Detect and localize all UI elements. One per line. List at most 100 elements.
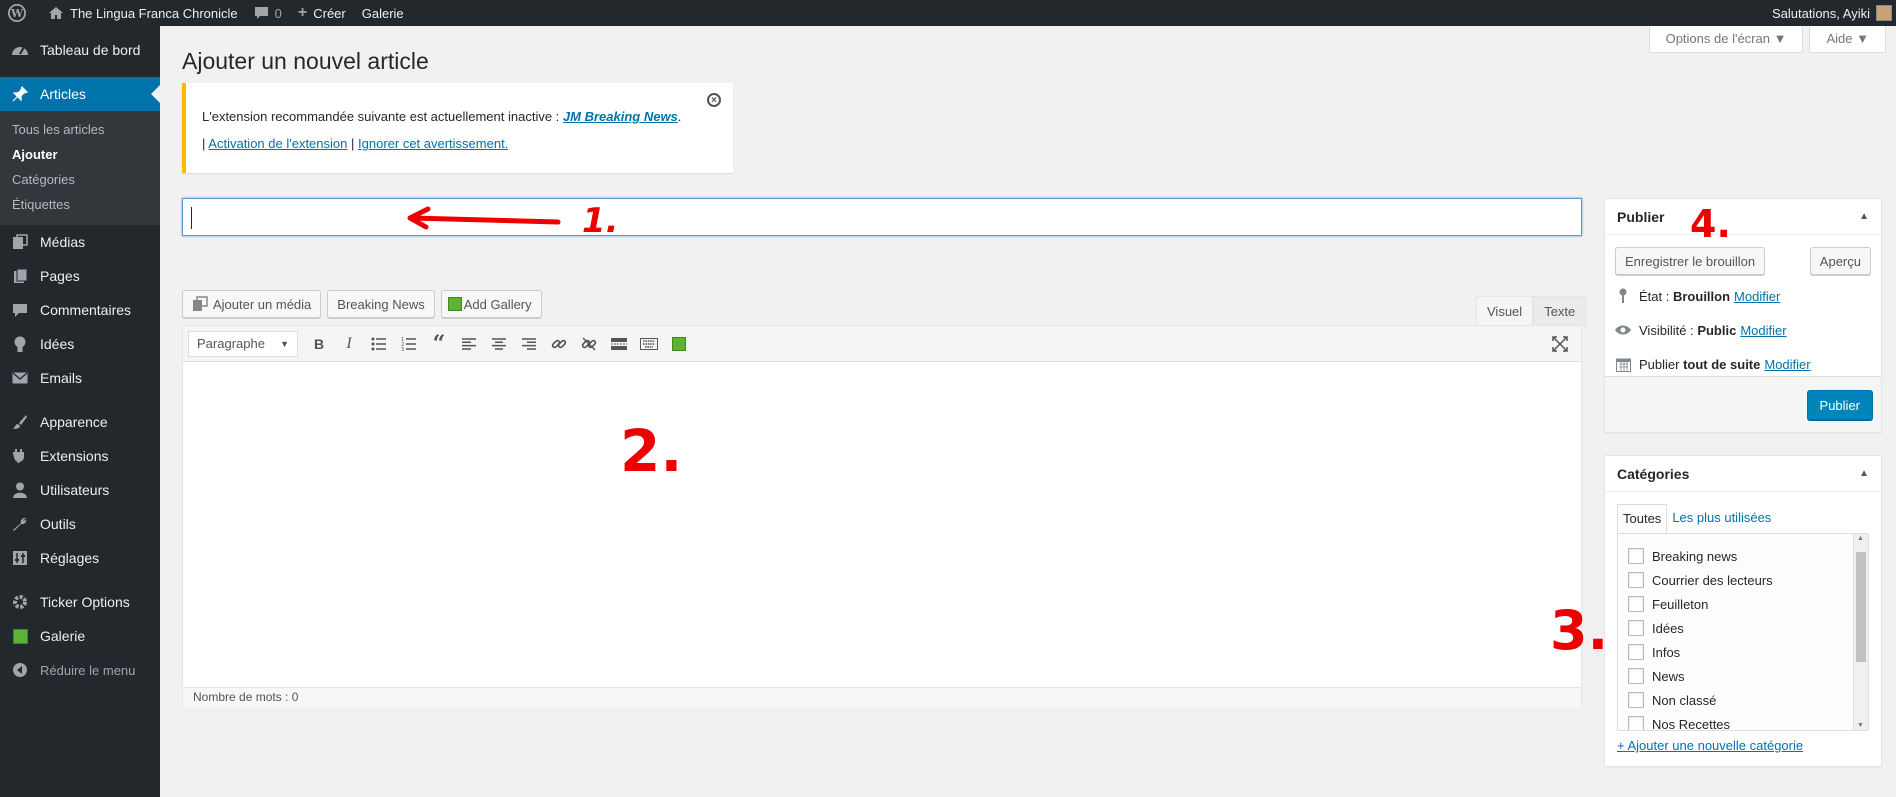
category-label: Feuilleton: [1652, 596, 1709, 612]
scroll-down-icon[interactable]: ▼: [1857, 722, 1864, 729]
menu-tools-label: Outils: [40, 516, 76, 532]
misc-publishing-actions: État : Brouillon Modifier Visibilité : P…: [1605, 275, 1881, 381]
editor-toolbar: Paragraphe ▼ B I 123 “: [183, 326, 1581, 362]
tab-most-used[interactable]: Les plus utilisées: [1667, 504, 1776, 533]
add-gallery-button[interactable]: Add Gallery: [440, 290, 542, 318]
menu-dashboard[interactable]: Tableau de bord: [0, 33, 160, 67]
collapse-arrow-icon[interactable]: ▲: [1859, 211, 1869, 222]
menu-settings[interactable]: Réglages: [0, 541, 160, 575]
menu-media[interactable]: Médias: [0, 225, 160, 259]
publish-button[interactable]: Publier: [1806, 390, 1873, 420]
plugin-notice: L'extension recommandée suivante est act…: [182, 83, 733, 173]
post-title-input[interactable]: [182, 198, 1582, 236]
wordpress-logo-button[interactable]: W: [0, 0, 40, 26]
add-media-button[interactable]: Ajouter un média: [182, 290, 322, 318]
greeting: Salutations, Ayiki: [1771, 5, 1870, 21]
unlink-icon[interactable]: [574, 329, 604, 359]
menu-emails[interactable]: Emails: [0, 361, 160, 395]
menu-users[interactable]: Utilisateurs: [0, 473, 160, 507]
edit-visibility-link[interactable]: Modifier: [1740, 323, 1786, 338]
gallery-icon: [447, 297, 462, 311]
link-icon[interactable]: [544, 329, 574, 359]
gallery-icon[interactable]: [664, 329, 694, 359]
articles-submenu: Tous les articles Ajouter Catégories Éti…: [0, 111, 160, 225]
media-buttons: Ajouter un média Breaking News Add Galle…: [182, 290, 542, 318]
categories-box-header[interactable]: Catégories ▲: [1605, 456, 1881, 492]
menu-users-label: Utilisateurs: [40, 482, 110, 498]
pages-icon: [10, 268, 30, 284]
activate-plugin-link[interactable]: Activation de l'extension: [208, 136, 347, 151]
submenu-all-posts[interactable]: Tous les articles: [0, 117, 160, 142]
plugin-link[interactable]: JM Breaking News: [563, 109, 678, 124]
bold-icon[interactable]: B: [304, 329, 334, 359]
menu-gallery[interactable]: Galerie: [0, 619, 160, 653]
menu-appearance[interactable]: Apparence: [0, 405, 160, 439]
submenu-tags[interactable]: Étiquettes: [0, 192, 160, 217]
svg-text:W: W: [10, 7, 24, 20]
scroll-up-icon[interactable]: ▲: [1857, 535, 1864, 542]
format-select[interactable]: Paragraphe ▼: [188, 330, 298, 357]
category-checkbox[interactable]: [1628, 692, 1644, 708]
save-draft-button[interactable]: Enregistrer le brouillon: [1615, 247, 1766, 275]
dropdown-arrow-icon: ▼: [1773, 31, 1787, 46]
breaking-news-button[interactable]: Breaking News: [327, 290, 435, 318]
preview-button[interactable]: Aperçu: [1809, 247, 1871, 275]
tab-all-categories[interactable]: Toutes: [1617, 504, 1668, 533]
category-checkbox[interactable]: [1628, 716, 1644, 730]
scroll-thumb[interactable]: [1856, 552, 1866, 662]
my-account-link[interactable]: Salutations, Ayiki: [1764, 0, 1896, 26]
editor-content-area[interactable]: [183, 362, 1581, 687]
align-left-icon[interactable]: [454, 329, 484, 359]
submenu-add-new[interactable]: Ajouter: [0, 142, 160, 167]
category-checkbox[interactable]: [1628, 572, 1644, 588]
collapse-arrow-icon[interactable]: ▲: [1859, 468, 1869, 479]
menu-articles[interactable]: Articles: [0, 77, 160, 111]
menu-ticker-options[interactable]: Ticker Options: [0, 585, 160, 619]
numbered-list-icon[interactable]: 123: [394, 329, 424, 359]
menu-pages[interactable]: Pages: [0, 259, 160, 293]
new-content-label: Créer: [313, 5, 346, 21]
italic-icon[interactable]: I: [334, 329, 364, 359]
category-checkbox[interactable]: [1628, 668, 1644, 684]
dismiss-notice-link[interactable]: Ignorer cet avertissement.: [358, 136, 508, 151]
menu-comments[interactable]: Commentaires: [0, 293, 160, 327]
menu-plugins[interactable]: Extensions: [0, 439, 160, 473]
fullscreen-icon[interactable]: [1545, 329, 1575, 359]
menu-ideas[interactable]: Idées: [0, 327, 160, 361]
menu-tools[interactable]: Outils: [0, 507, 160, 541]
category-checkbox[interactable]: [1628, 596, 1644, 612]
tab-text[interactable]: Texte: [1533, 296, 1587, 326]
screen-options-button[interactable]: Options de l'écran ▼: [1648, 26, 1804, 53]
gallery-link[interactable]: Galerie: [354, 0, 412, 26]
keyboard-icon[interactable]: [634, 329, 664, 359]
list-item: Courrier des lecteurs: [1628, 568, 1868, 592]
minor-publishing-actions: Enregistrer le brouillon Aperçu: [1605, 235, 1881, 275]
gallery-label: Galerie: [361, 5, 404, 21]
comments-icon: [10, 303, 30, 318]
category-checkbox[interactable]: [1628, 620, 1644, 636]
bullet-list-icon[interactable]: [364, 329, 394, 359]
help-button[interactable]: Aide ▼: [1809, 26, 1886, 53]
category-checkbox[interactable]: [1628, 644, 1644, 660]
dismiss-icon[interactable]: ×: [707, 93, 721, 107]
category-scrollbar[interactable]: ▲ ▼: [1853, 534, 1868, 730]
comments-link[interactable]: 0: [246, 0, 290, 26]
read-more-icon[interactable]: [604, 329, 634, 359]
align-center-icon[interactable]: [484, 329, 514, 359]
category-checkbox[interactable]: [1628, 548, 1644, 564]
list-item: Breaking news: [1628, 544, 1868, 568]
blockquote-icon[interactable]: “: [424, 329, 454, 359]
notice-separator: |: [202, 136, 206, 151]
add-category-link[interactable]: + Ajouter une nouvelle catégorie: [1617, 738, 1803, 753]
collapse-menu-button[interactable]: Réduire le menu: [0, 653, 160, 687]
new-content-link[interactable]: + Créer: [290, 0, 354, 26]
edit-schedule-link[interactable]: Modifier: [1764, 357, 1810, 372]
align-right-icon[interactable]: [514, 329, 544, 359]
menu-settings-label: Réglages: [40, 550, 100, 566]
publish-box-header[interactable]: Publier ▲: [1605, 199, 1881, 235]
submenu-categories[interactable]: Catégories: [0, 167, 160, 192]
site-name-link[interactable]: The Lingua Franca Chronicle: [40, 0, 246, 26]
tab-visual[interactable]: Visuel: [1476, 296, 1534, 326]
home-icon: [48, 6, 64, 20]
edit-status-link[interactable]: Modifier: [1734, 289, 1780, 304]
